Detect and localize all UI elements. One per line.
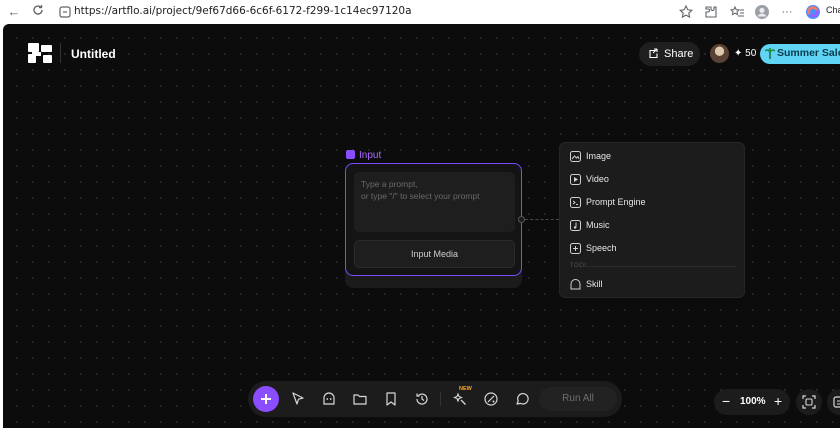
address-bar[interactable]: https://artflo.ai/project/9ef67d66-6c6f-… xyxy=(52,2,702,22)
minimap-button[interactable] xyxy=(827,389,840,415)
menu-item-image[interactable]: Image xyxy=(560,147,746,167)
share-label: Share xyxy=(664,48,694,60)
browser-chrome: ← https://artflo.ai/project/9ef67d66-6c6… xyxy=(0,0,840,24)
extensions-icon[interactable] xyxy=(703,4,719,20)
menu-item-label: Video xyxy=(586,174,609,184)
speech-icon xyxy=(570,243,581,254)
connection-wire xyxy=(525,219,559,220)
prompt-placeholder-line1: Type a prompt, xyxy=(361,179,418,189)
fit-view-icon xyxy=(802,395,816,409)
comment-icon[interactable] xyxy=(514,391,530,407)
folder-icon[interactable] xyxy=(352,391,368,407)
prompt-engine-icon xyxy=(570,197,581,208)
select-cursor-icon[interactable] xyxy=(290,391,306,407)
star-icon[interactable] xyxy=(678,4,694,20)
sale-label: Summer Sale xyxy=(777,47,840,59)
node-output-port[interactable] xyxy=(518,216,525,223)
image-icon xyxy=(570,151,581,162)
reload-icon[interactable] xyxy=(30,4,46,20)
copilot-icon[interactable] xyxy=(805,4,821,20)
history-icon[interactable] xyxy=(414,391,430,407)
zoom-out-button[interactable]: − xyxy=(722,392,730,410)
zoom-level[interactable]: 100% xyxy=(740,396,766,407)
node-type-menu: Image Video Prompt Engine Music Speech T… xyxy=(559,142,745,298)
input-node-title: Input xyxy=(359,150,382,161)
credits-count[interactable]: ✦ 50 xyxy=(734,48,756,59)
favorites-icon[interactable] xyxy=(729,4,745,20)
skill-icon xyxy=(570,279,581,290)
prompt-input[interactable]: Type a prompt, or type "/" to select you… xyxy=(354,172,515,232)
share-button[interactable]: Share xyxy=(639,42,700,66)
bottom-toolbar: NEW Run All xyxy=(248,381,622,417)
palette-icon[interactable] xyxy=(483,391,499,407)
header-divider xyxy=(60,43,61,63)
share-icon xyxy=(649,48,658,59)
music-icon xyxy=(570,220,581,231)
video-icon xyxy=(570,174,581,185)
menu-item-video[interactable]: Video xyxy=(560,170,746,190)
canvas[interactable]: Untitled Share ✦ 50 Summer Sale Input Ty… xyxy=(3,24,840,428)
zoom-control: − 100% + xyxy=(714,389,790,415)
site-info-icon[interactable] xyxy=(58,5,72,19)
menu-item-label: Skill xyxy=(586,279,603,289)
menu-item-prompt-engine[interactable]: Prompt Engine xyxy=(560,193,746,213)
magic-effects-icon[interactable] xyxy=(452,391,468,407)
add-node-button[interactable] xyxy=(253,386,279,412)
menu-item-speech[interactable]: Speech xyxy=(560,239,746,259)
url-text[interactable]: https://artflo.ai/project/9ef67d66-6c6f-… xyxy=(74,5,412,17)
document-title[interactable]: Untitled xyxy=(71,47,116,61)
menu-dots-icon[interactable]: ··· xyxy=(779,4,795,20)
toolbar-divider xyxy=(440,392,441,406)
avatar[interactable] xyxy=(710,44,729,63)
menu-item-label: Speech xyxy=(586,243,617,253)
input-node-label[interactable]: Input xyxy=(346,150,381,161)
summer-sale-button[interactable]: Summer Sale xyxy=(760,44,840,64)
artflo-logo-icon[interactable] xyxy=(28,43,52,63)
menu-item-music[interactable]: Music xyxy=(560,216,746,236)
prompt-placeholder-line2: or type "/" to select your prompt xyxy=(361,191,480,201)
credits-value: 50 xyxy=(745,48,757,59)
menu-item-skill[interactable]: Skill xyxy=(560,275,746,295)
fit-view-button[interactable] xyxy=(796,389,822,415)
menu-divider xyxy=(582,266,736,267)
assistant-icon[interactable] xyxy=(321,391,337,407)
run-all-button[interactable]: Run All xyxy=(539,387,617,411)
bookmark-icon[interactable] xyxy=(383,391,399,407)
palm-tree-icon xyxy=(765,48,775,59)
back-icon[interactable]: ← xyxy=(6,4,22,20)
zoom-in-button[interactable]: + xyxy=(774,392,782,410)
profile-icon[interactable] xyxy=(754,4,770,20)
minimap-icon xyxy=(833,396,840,408)
credits-star-icon: ✦ xyxy=(734,48,743,59)
chat-label[interactable]: Chat xyxy=(826,5,840,15)
input-media-button[interactable]: Input Media xyxy=(354,240,515,268)
menu-item-label: Music xyxy=(586,220,610,230)
input-node[interactable]: Type a prompt, or type "/" to select you… xyxy=(345,163,522,276)
menu-item-label: Prompt Engine xyxy=(586,197,646,207)
node-select-icon xyxy=(346,150,355,159)
menu-item-label: Image xyxy=(586,151,612,161)
